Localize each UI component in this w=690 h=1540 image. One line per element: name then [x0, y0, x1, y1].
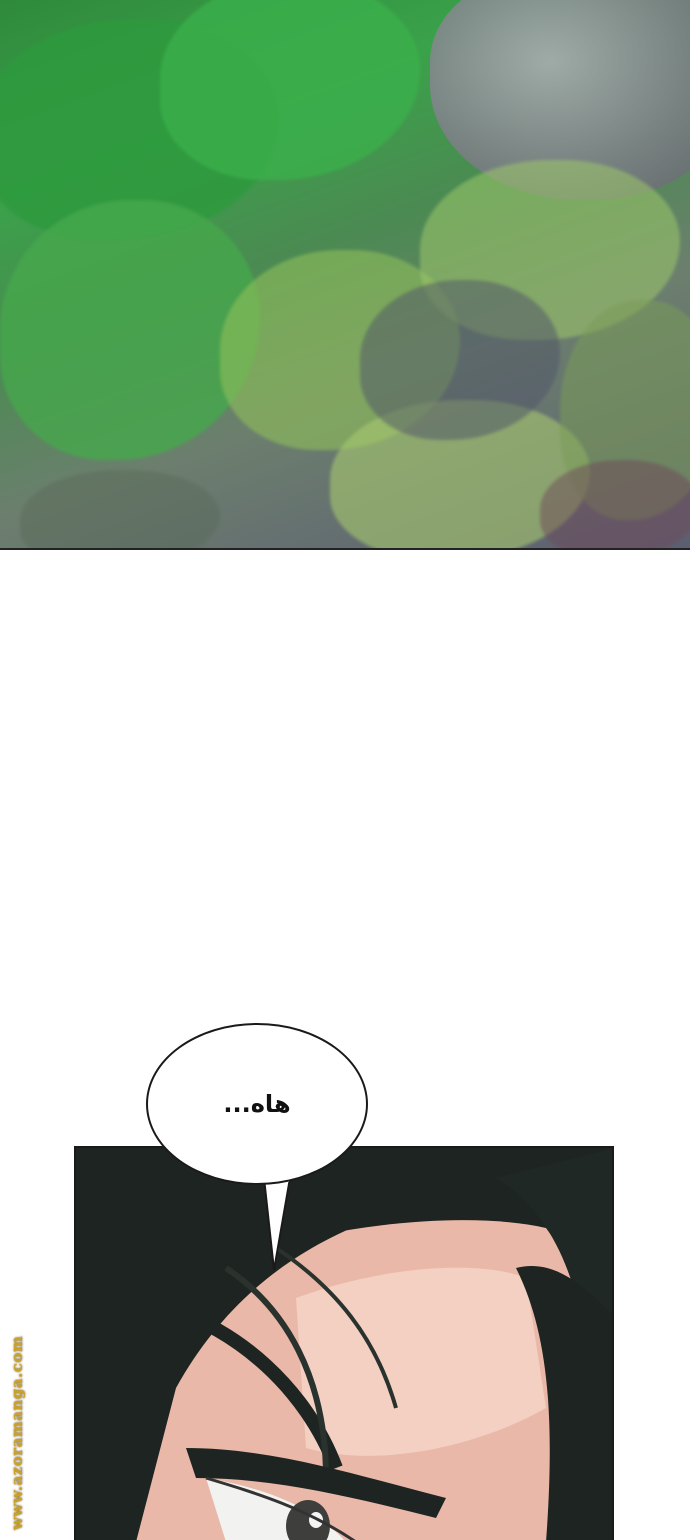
- character-panel: [74, 1146, 614, 1540]
- site-watermark: www.azoramanga.com: [8, 1335, 26, 1530]
- character-illustration: [76, 1148, 612, 1540]
- bubble-tail: [262, 1176, 292, 1271]
- shadow-cluster: [20, 470, 220, 550]
- foliage-cluster: [160, 0, 420, 180]
- speech-bubble-text: هاه...: [223, 1090, 291, 1118]
- speech-bubble: هاه...: [146, 1023, 368, 1185]
- foliage-cluster: [0, 200, 260, 460]
- panel-border: [0, 548, 690, 550]
- foliage-panel: [0, 0, 690, 550]
